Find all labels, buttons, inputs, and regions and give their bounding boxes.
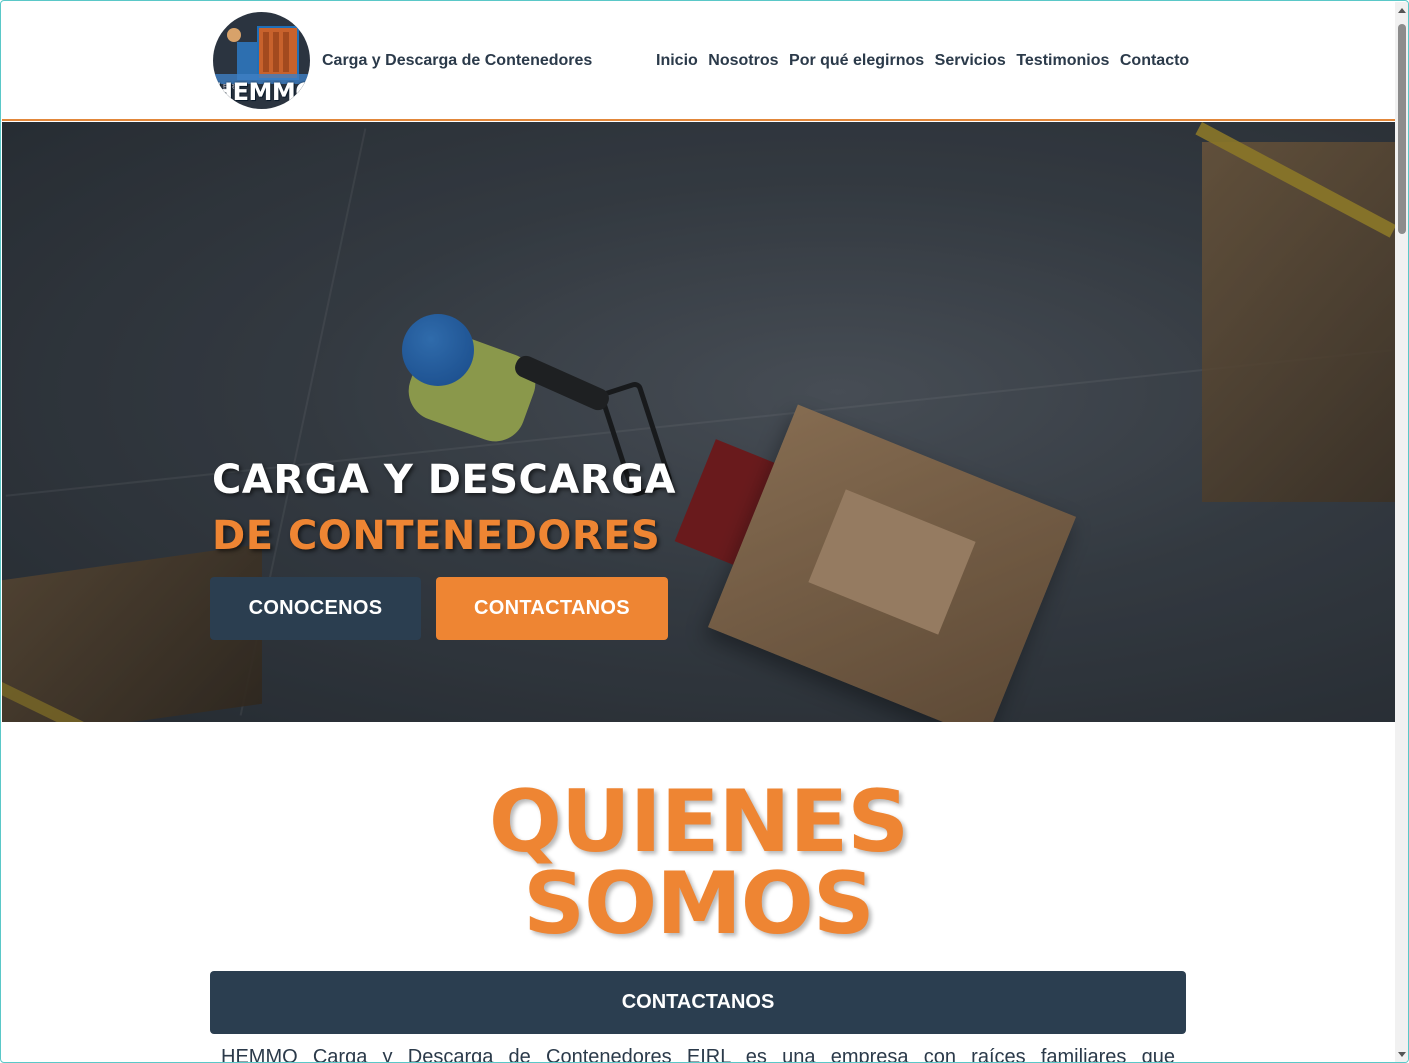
logo-brand-text: HEMMO [213,78,310,106]
browser-viewport: EIRL HEMMO Carga y Descarga de Contenedo… [0,0,1409,1063]
nav-inicio[interactable]: Inicio [656,52,698,70]
logo-container [257,26,299,80]
company-logo[interactable]: EIRL HEMMO [213,12,310,109]
nav-nosotros[interactable]: Nosotros [708,52,778,70]
about-title-line2: SOMOS [523,854,875,954]
hero-title-line2: DE CONTENEDORES [212,513,661,559]
main-nav: Inicio Nosotros Por qué elegirnos Servic… [656,52,1189,70]
hero-title-line1: CARGA Y DESCARGA [212,457,676,503]
vertical-scrollbar[interactable] [1395,2,1408,1062]
contactanos-hero-button[interactable]: CONTACTANOS [436,577,668,640]
site-title[interactable]: Carga y Descarga de Contenedores [322,52,592,70]
nav-testimonios[interactable]: Testimonios [1016,52,1109,70]
contactanos-about-button[interactable]: CONTACTANOS [210,971,1186,1034]
about-title-line1: QUIENES [488,772,909,872]
nav-servicios[interactable]: Servicios [935,52,1006,70]
conocenos-button[interactable]: CONOCENOS [210,577,421,640]
site-header: EIRL HEMMO Carga y Descarga de Contenedo… [2,2,1395,121]
about-text: HEMMO Carga y Descarga de Contenedores E… [221,1046,1175,1063]
scroll-up-arrow-icon[interactable] [1398,8,1406,13]
scroll-down-arrow-icon[interactable] [1398,1052,1406,1057]
nav-por-que-elegirnos[interactable]: Por qué elegirnos [789,52,924,70]
logo-worker-head [227,28,241,42]
scrollbar-thumb[interactable] [1398,24,1406,234]
about-title: QUIENES SOMOS [2,772,1395,954]
hero-title: CARGA Y DESCARGA DE CONTENEDORES [212,452,676,564]
nav-contacto[interactable]: Contacto [1120,52,1189,70]
